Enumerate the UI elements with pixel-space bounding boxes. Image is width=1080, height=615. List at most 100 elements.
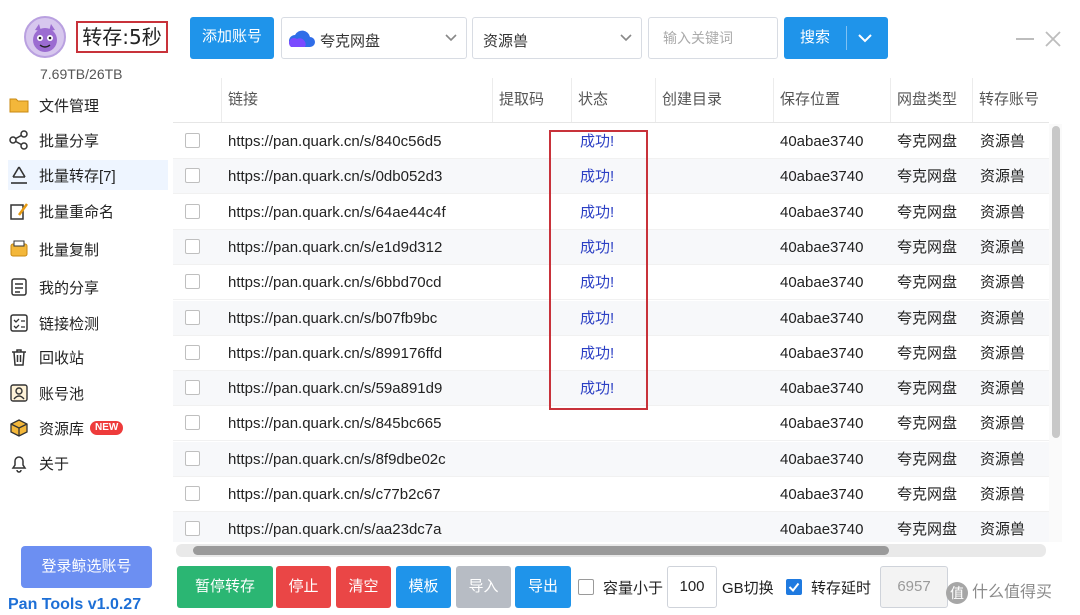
import-button[interactable]: 导入: [456, 566, 511, 608]
sidebar-item-batch-rename[interactable]: 批量重命名: [8, 196, 168, 226]
row-checkbox[interactable]: [185, 133, 200, 148]
cell-link: https://pan.quark.cn/s/e1d9d312: [228, 238, 443, 256]
cell-account: 资源兽: [980, 309, 1026, 327]
cell-link: https://pan.quark.cn/s/899176ffd: [228, 344, 443, 362]
row-checkbox[interactable]: [185, 168, 200, 184]
row-checkbox[interactable]: [185, 203, 200, 219]
table-row[interactable]: https://pan.quark.cn/s/c77b2c67 40abae374…: [173, 477, 1049, 512]
row-checkbox[interactable]: [185, 521, 200, 537]
sidebar-item-label: 批量重命名: [39, 203, 115, 221]
sidebar-item-my-share[interactable]: 我的分享: [8, 272, 168, 302]
row-checkbox[interactable]: [185, 415, 200, 431]
table-row[interactable]: https://pan.quark.cn/s/e1d9d312 成功! 40abae…: [173, 229, 1049, 265]
sidebar-item-batch-copy[interactable]: 批量复制: [8, 234, 168, 264]
stop-button[interactable]: 停止: [276, 566, 331, 608]
column-header-location[interactable]: 保存位置: [773, 78, 890, 122]
cell-disk-type: 夸克网盘: [897, 203, 958, 221]
sidebar-item-label: 批量复制: [39, 241, 100, 259]
template-button[interactable]: 模板: [396, 566, 451, 608]
row-checkbox[interactable]: [185, 380, 200, 396]
cell-location: 40abae3740: [780, 450, 864, 468]
sidebar-item-account-pool[interactable]: 账号池: [8, 378, 168, 408]
table-row[interactable]: https://pan.quark.cn/s/8f9dbe02c 40abae37…: [173, 441, 1049, 477]
cell-link: https://pan.quark.cn/s/840c56d5: [228, 133, 442, 150]
row-checkbox[interactable]: [185, 274, 200, 290]
column-header-code[interactable]: 提取码: [492, 78, 571, 122]
cell-disk-type: 夸克网盘: [897, 238, 958, 256]
vertical-scroll-thumb[interactable]: [1052, 126, 1060, 438]
divider: [846, 26, 847, 50]
table-row[interactable]: https://pan.quark.cn/s/64ae44c4f 成功! 40aba…: [173, 195, 1049, 230]
row-checkbox[interactable]: [185, 486, 200, 501]
chevron-down-icon[interactable]: [856, 30, 874, 46]
login-button[interactable]: 登录鲸选账号: [21, 546, 152, 588]
row-checkbox[interactable]: [185, 344, 200, 360]
table-row[interactable]: https://pan.quark.cn/s/840c56d5 成功! 40abae…: [173, 124, 1049, 159]
sidebar-item-link-check[interactable]: 链接检测: [8, 308, 168, 338]
cell-account: 资源兽: [980, 274, 1026, 292]
disk-type-value: 夸克网盘: [320, 33, 381, 50]
sidebar-item-label: 批量分享: [39, 132, 100, 150]
account-select[interactable]: 资源兽: [472, 17, 642, 59]
table-row[interactable]: https://pan.quark.cn/s/aa23dc7a 40abae374…: [173, 512, 1049, 542]
table-row[interactable]: https://pan.quark.cn/s/b07fb9bc 成功! 40abae…: [173, 300, 1049, 336]
cell-status: 成功!: [580, 344, 615, 362]
disk-type-select[interactable]: 夸克网盘: [281, 17, 467, 59]
table-row[interactable]: https://pan.quark.cn/s/6bbd70cd 成功! 40abae…: [173, 265, 1049, 301]
sidebar-item-recycle-bin[interactable]: 回收站: [8, 342, 168, 372]
close-icon[interactable]: [1044, 30, 1062, 48]
sidebar-item-batch-transfer[interactable]: 批量转存[7]: [8, 160, 168, 190]
cell-account: 资源兽: [980, 380, 1026, 398]
add-account-button[interactable]: 添加账号: [190, 17, 274, 59]
search-button[interactable]: 搜索: [784, 17, 888, 59]
cell-disk-type: 夸克网盘: [897, 415, 958, 433]
sidebar-item-label: 链接检测: [39, 315, 100, 333]
cell-account: 资源兽: [980, 450, 1026, 468]
cell-location: 40abae3740: [780, 309, 864, 327]
chevron-down-icon: [620, 34, 632, 42]
cell-account: 资源兽: [980, 521, 1026, 539]
trash-icon: [8, 346, 30, 368]
table-row[interactable]: https://pan.quark.cn/s/59a891d9 成功! 40abae…: [173, 371, 1049, 407]
cell-link: https://pan.quark.cn/s/0db052d3: [228, 168, 443, 186]
cell-disk-type: 夸克网盘: [897, 309, 958, 327]
column-header-disk-type[interactable]: 网盘类型: [890, 78, 972, 122]
delay-input[interactable]: 6957: [880, 566, 948, 608]
watermark-text: 什么值得买: [972, 584, 1053, 601]
cell-disk-type: 夸克网盘: [897, 274, 958, 292]
avatar[interactable]: [24, 16, 66, 58]
clear-button[interactable]: 清空: [336, 566, 391, 608]
cell-location: 40abae3740: [780, 203, 864, 221]
export-button[interactable]: 导出: [515, 566, 571, 608]
column-header-dir[interactable]: 创建目录: [655, 78, 773, 122]
sidebar-item-about[interactable]: 关于: [8, 448, 168, 478]
cell-account: 资源兽: [980, 133, 1026, 150]
keyword-input[interactable]: [648, 17, 778, 59]
cell-disk-type: 夸克网盘: [897, 521, 958, 539]
table-row[interactable]: https://pan.quark.cn/s/899176ffd 成功! 40aba…: [173, 336, 1049, 371]
row-checkbox[interactable]: [185, 309, 200, 325]
capacity-unit-label: GB切换: [722, 580, 774, 597]
minimize-icon[interactable]: [1016, 38, 1034, 40]
column-header-account[interactable]: 转存账号: [972, 78, 1049, 122]
cell-account: 资源兽: [980, 415, 1026, 433]
sidebar-item-file-manage[interactable]: 文件管理: [8, 90, 168, 120]
cell-status: 成功!: [580, 274, 615, 292]
table-row[interactable]: https://pan.quark.cn/s/845bc665 40abae374…: [173, 406, 1049, 442]
column-header-link[interactable]: 链接: [221, 78, 492, 122]
table-row[interactable]: https://pan.quark.cn/s/0db052d3 成功! 40abae…: [173, 159, 1049, 195]
sidebar-item-batch-share[interactable]: 批量分享: [8, 125, 168, 155]
pause-transfer-button[interactable]: 暂停转存: [177, 566, 273, 608]
sidebar-item-label: 我的分享: [39, 279, 100, 297]
row-checkbox[interactable]: [185, 238, 200, 254]
cell-location: 40abae3740: [780, 521, 864, 539]
delay-checkbox[interactable]: [786, 579, 802, 595]
cell-location: 40abae3740: [780, 168, 864, 186]
capacity-checkbox[interactable]: [578, 579, 594, 595]
sidebar-item-resource-lib[interactable]: 资源库 NEW: [8, 413, 168, 443]
cell-link: https://pan.quark.cn/s/aa23dc7a: [228, 521, 442, 539]
column-header-status[interactable]: 状态: [571, 78, 655, 122]
capacity-input[interactable]: 100: [667, 566, 717, 608]
horizontal-scroll-thumb[interactable]: [193, 546, 889, 555]
row-checkbox[interactable]: [185, 450, 200, 466]
